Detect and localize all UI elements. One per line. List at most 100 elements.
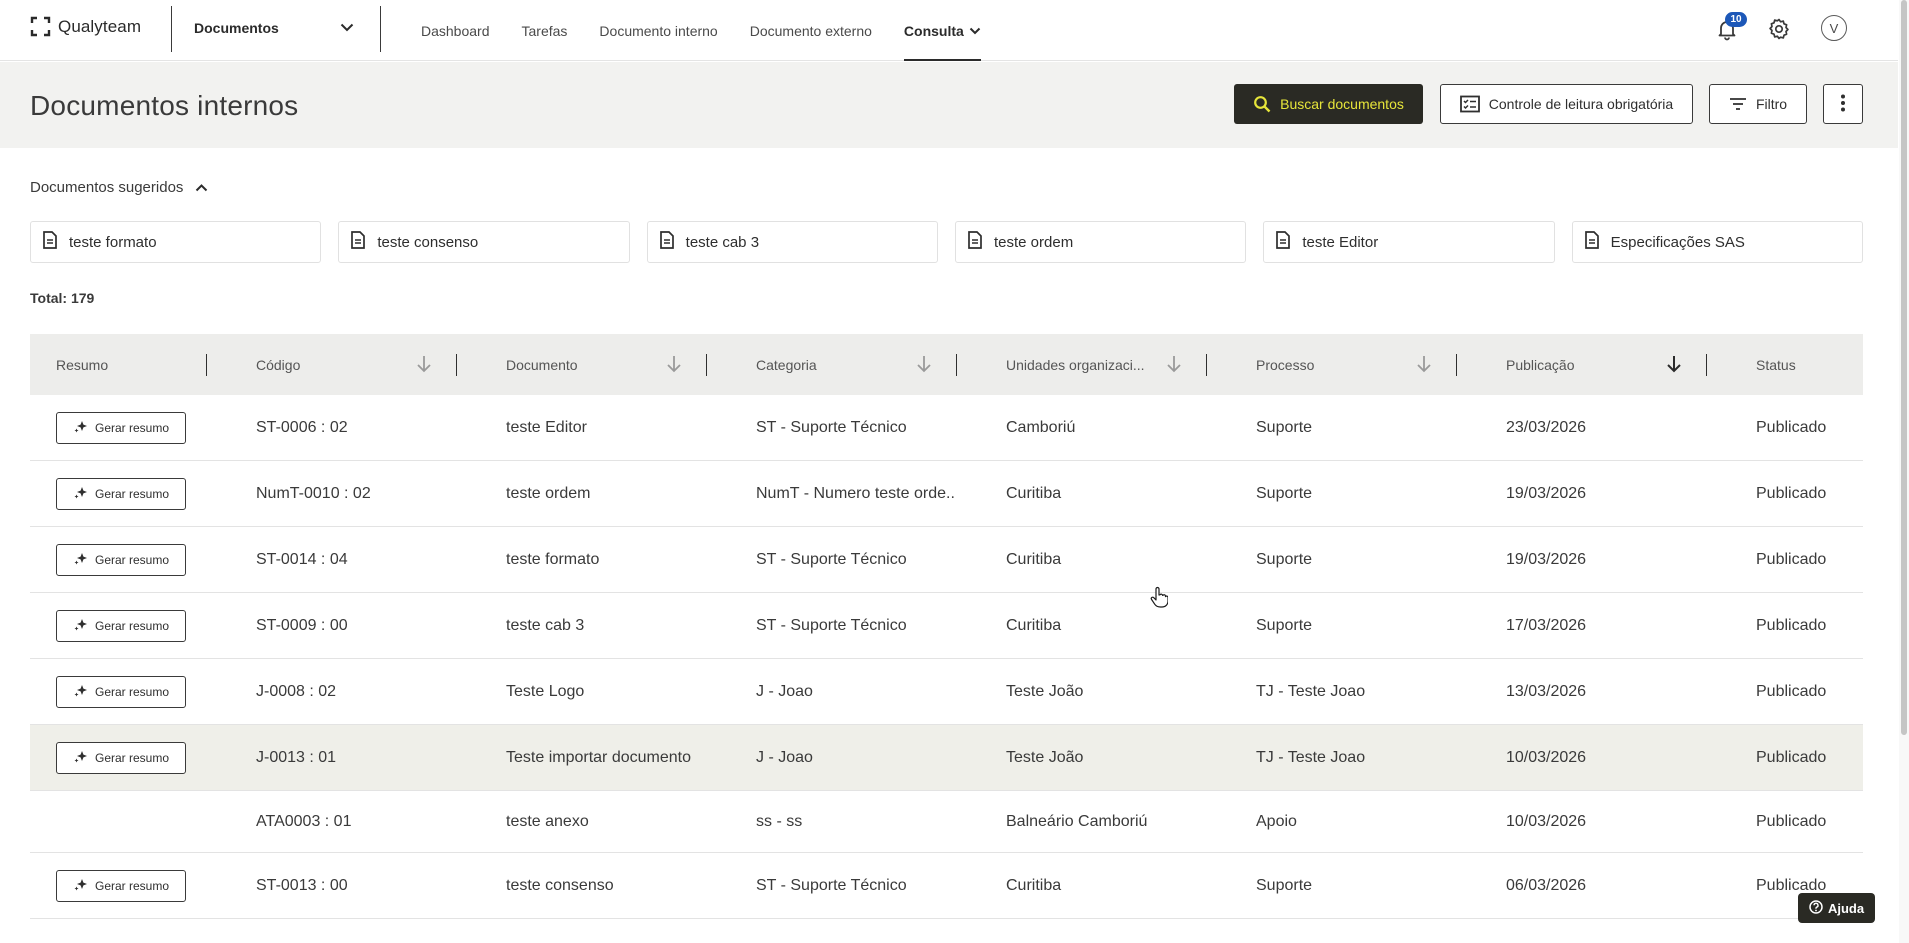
suggested-document[interactable]: teste consenso [338,221,630,263]
table-row[interactable]: ATA0003 : 01 teste anexo ss - ss Balneár… [30,791,1863,853]
cell-documento[interactable]: teste consenso [506,853,701,918]
cell-categoria: ss - ss [756,812,803,830]
cell-documento[interactable]: Teste importar documento [506,725,746,790]
cell-documento[interactable]: Teste Logo [506,659,701,724]
table-row[interactable]: Gerar resumo NumT-0010 : 02 teste ordem … [30,461,1863,527]
suggested-document[interactable]: teste cab 3 [646,221,938,263]
column-divider[interactable] [706,354,707,376]
sparkle-icon [73,618,89,635]
sort-arrow-active-icon[interactable] [1666,355,1682,376]
cell-processo: TJ - Teste Joao [1256,682,1366,700]
total-count: Total: 179 [30,290,95,306]
generate-summary-button[interactable]: Gerar resumo [56,544,186,576]
sparkle-icon [73,878,89,895]
cell-processo: Suporte [1256,550,1313,568]
generate-summary-button[interactable]: Gerar resumo [56,412,186,444]
column-divider[interactable] [1456,354,1457,376]
nav-consulta[interactable]: Consulta [903,0,981,61]
sort-arrow-icon[interactable] [916,355,932,376]
app-logo[interactable]: Qualyteam [30,16,141,37]
cell-documento[interactable]: teste cab 3 [506,593,701,658]
more-options-button[interactable] [1823,84,1863,124]
nav-label: Tarefas [521,22,568,39]
sparkle-icon [73,552,89,569]
cell-documento[interactable]: teste Editor [506,395,701,460]
sort-arrow-icon[interactable] [1416,355,1432,376]
sort-arrow-icon[interactable] [416,355,432,376]
generate-summary-label: Gerar resumo [94,421,170,435]
column-label: Publicação [1506,356,1575,373]
main-nav: Dashboard Tarefas Documento interno Docu… [421,0,1013,61]
column-divider[interactable] [956,354,957,376]
table-row[interactable]: Gerar resumo ST-0006 : 02 teste Editor S… [30,395,1863,461]
column-header-unidades[interactable]: Unidades organizaci... [1006,334,1186,395]
cell-codigo: ST-0013 : 00 [256,876,348,894]
suggested-document-label: teste consenso [377,233,479,251]
column-header-publicacao[interactable]: Publicação [1506,334,1686,395]
cell-publicacao: 10/03/2026 [1506,812,1587,830]
table-row[interactable]: Gerar resumo ST-0014 : 04 teste formato … [30,527,1863,593]
cell-documento[interactable]: teste anexo [506,791,701,852]
table-row[interactable]: Gerar resumo ST-0009 : 00 teste cab 3 ST… [30,593,1863,659]
cell-categoria: ST - Suporte Técnico [756,550,907,568]
column-header-codigo[interactable]: Código [256,334,436,395]
module-select[interactable]: Documentos [194,14,354,42]
nav-label: Dashboard [421,22,490,39]
page-scrollbar[interactable] [1899,0,1909,943]
cell-publicacao: 17/03/2026 [1506,616,1587,634]
generate-summary-button[interactable]: Gerar resumo [56,676,186,708]
suggested-document[interactable]: teste formato [30,221,322,263]
cell-documento[interactable]: teste ordem [506,461,701,526]
nav-tarefas[interactable]: Tarefas [522,0,568,61]
generate-summary-button[interactable]: Gerar resumo [56,870,186,902]
column-divider[interactable] [1206,354,1207,376]
reading-control-button[interactable]: Controle de leitura obrigatória [1440,84,1693,124]
scrollbar-thumb[interactable] [1901,0,1907,735]
generate-summary-button[interactable]: Gerar resumo [56,478,186,510]
nav-label: Documento interno [599,22,718,39]
table-row[interactable] [30,919,1863,943]
column-label: Código [256,356,301,373]
suggested-document[interactable]: teste ordem [954,221,1247,263]
cell-codigo: ST-0006 : 02 [256,418,348,436]
filter-button[interactable]: Filtro [1709,84,1807,124]
column-divider[interactable] [456,354,457,376]
suggested-document[interactable]: Especificações SAS [1571,221,1863,263]
table-row[interactable]: Gerar resumo J-0013 : 01 Teste importar … [30,725,1863,791]
suggested-document-label: teste Editor [1302,233,1379,251]
nav-dashboard[interactable]: Dashboard [421,0,490,61]
suggested-document[interactable]: teste Editor [1263,221,1555,263]
hand-cursor-icon [1150,586,1169,613]
generate-summary-button[interactable]: Gerar resumo [56,610,186,642]
column-header-documento[interactable]: Documento [506,334,686,395]
help-button[interactable]: Ajuda [1798,893,1875,923]
chevron-up-icon [195,179,208,196]
search-documents-button[interactable]: Buscar documentos [1234,84,1423,124]
avatar[interactable]: V [1821,15,1847,41]
cell-publicacao: 10/03/2026 [1506,748,1587,766]
column-label: Unidades organizaci... [1006,356,1145,373]
table-row[interactable]: Gerar resumo J-0008 : 02 Teste Logo J - … [30,659,1863,725]
cell-processo: Suporte [1256,616,1313,634]
nav-documento-interno[interactable]: Documento interno [599,0,717,61]
nav-documento-externo[interactable]: Documento externo [750,0,872,61]
cell-status: Publicado [1756,418,1827,436]
cell-publicacao: 13/03/2026 [1506,682,1587,700]
column-header-categoria[interactable]: Categoria [756,334,936,395]
column-header-processo[interactable]: Processo [1256,334,1436,395]
suggested-toggle[interactable]: Documentos sugeridos [30,179,208,196]
generate-summary-label: Gerar resumo [94,879,170,893]
cell-status: Publicado [1756,748,1827,766]
nav-label: Consulta [903,22,964,39]
cell-documento[interactable]: teste formato [506,527,701,592]
column-divider[interactable] [206,354,207,376]
sort-arrow-icon[interactable] [666,355,682,376]
cell-codigo: ST-0014 : 04 [256,550,348,568]
sort-arrow-icon[interactable] [1166,355,1182,376]
generate-summary-button[interactable]: Gerar resumo [56,742,186,774]
column-divider[interactable] [1706,354,1707,376]
table-row[interactable]: Gerar resumo ST-0013 : 00 teste consenso… [30,853,1863,919]
gear-icon[interactable] [1767,17,1791,41]
top-bar: Qualyteam Documentos Dashboard Tarefas D… [0,0,1898,61]
document-icon [1276,231,1291,253]
